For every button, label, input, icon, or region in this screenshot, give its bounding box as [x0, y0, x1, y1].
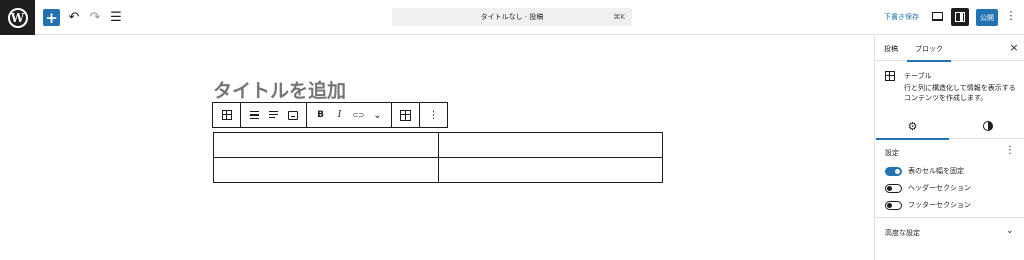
tab-block[interactable]: ブロック	[907, 36, 951, 62]
close-icon[interactable]: ×	[1008, 41, 1020, 54]
italic-button[interactable]: I	[330, 103, 349, 127]
block-description: 行と列に構造化して情報を表示するコンテンツを作成します。	[904, 84, 1016, 102]
text-align-button[interactable]	[264, 103, 283, 127]
sidebar-icon	[955, 12, 965, 22]
toolbar-group-format: B I ⊂⊃ ⌄	[307, 103, 392, 127]
toggle-label: 表のセル幅を固定	[908, 167, 964, 175]
preview-icon[interactable]	[932, 12, 943, 21]
add-block-button[interactable]: +	[43, 9, 60, 27]
panel-options-icon[interactable]: ⋮	[1005, 145, 1015, 156]
block-options-icon[interactable]: ⋮	[424, 103, 443, 127]
table-cell[interactable]	[437, 132, 663, 158]
toggle-label: ヘッダーセクション	[908, 184, 971, 192]
toolbar-group-align	[241, 103, 307, 127]
caption-button[interactable]	[283, 103, 302, 127]
table-block-icon	[885, 71, 895, 81]
toolbar-group-block	[213, 103, 241, 127]
post-title-input[interactable]: タイトルを追加	[213, 76, 346, 103]
more-options-icon[interactable]: ⋮	[1005, 9, 1017, 22]
block-align-button[interactable]	[245, 103, 264, 127]
table-icon	[221, 110, 232, 120]
chevron-down-icon: ⌄	[1006, 226, 1014, 236]
publish-button[interactable]: 公開	[976, 9, 998, 26]
document-title: タイトルなし · 投稿	[480, 13, 544, 21]
table-block	[213, 132, 663, 183]
bold-button[interactable]: B	[311, 103, 330, 127]
toggle-footer-section[interactable]: フッターセクション	[885, 199, 971, 211]
toggle-switch-on[interactable]	[885, 166, 902, 176]
settings-toggle-button[interactable]	[951, 8, 969, 26]
editor-canvas: タイトルを追加 B I ⊂⊃ ⌄ ⋮	[0, 36, 874, 260]
command-palette-button[interactable]: タイトルなし · 投稿 ⌘K	[392, 8, 632, 26]
gear-icon: ⚙	[907, 119, 918, 133]
table-grid-icon	[400, 109, 411, 121]
save-draft-button[interactable]: 下書き保存	[884, 12, 919, 22]
link-icon[interactable]: ⊂⊃	[349, 103, 368, 127]
sidebar-tabs: 投稿 ブロック ×	[875, 36, 1024, 62]
toggle-header-section[interactable]: ヘッダーセクション	[885, 182, 971, 194]
tab-post[interactable]: 投稿	[884, 36, 898, 61]
settings-sidebar: 投稿 ブロック × テーブル 行と列に構造化して情報を表示するコンテンツを作成し…	[874, 36, 1024, 260]
text-align-icon	[269, 111, 278, 119]
tab-settings[interactable]: ⚙	[875, 113, 950, 140]
toolbar-group-table	[392, 103, 420, 127]
align-icon	[250, 111, 259, 119]
table-block-switcher[interactable]	[217, 103, 236, 127]
table-row	[213, 132, 663, 158]
toggle-switch-off[interactable]	[885, 200, 902, 210]
table-cell[interactable]	[437, 157, 663, 183]
block-name: テーブル	[904, 72, 932, 80]
more-formats-chevron-icon[interactable]: ⌄	[368, 103, 387, 127]
toolbar-group-options: ⋮	[420, 103, 447, 127]
wordpress-icon: W	[7, 7, 28, 28]
redo-icon[interactable]: ↷	[87, 9, 103, 26]
toggle-switch-off[interactable]	[885, 183, 902, 193]
list-view-icon[interactable]: ☰	[108, 9, 124, 26]
tab-styles[interactable]	[950, 113, 1024, 139]
advanced-panel-toggle[interactable]: 高度な設定 ⌄	[875, 217, 1024, 245]
wordpress-logo-button[interactable]: W	[0, 0, 35, 35]
caption-icon	[287, 110, 298, 120]
table-row	[213, 157, 663, 183]
toggle-label: フッターセクション	[908, 201, 971, 209]
styles-icon	[982, 121, 993, 131]
editor-header: W + ↶ ↷ ☰ タイトルなし · 投稿 ⌘K 下書き保存 公開 ⋮	[0, 0, 1024, 35]
table-cell[interactable]	[213, 157, 439, 183]
inspector-tabs: ⚙	[875, 113, 1024, 140]
table-cell[interactable]	[213, 132, 439, 158]
toggle-fixed-width[interactable]: 表のセル幅を固定	[885, 165, 964, 177]
undo-icon[interactable]: ↶	[66, 9, 82, 26]
settings-panel-title: 設定	[885, 149, 899, 157]
command-shortcut: ⌘K	[613, 13, 625, 21]
advanced-label: 高度な設定	[885, 229, 920, 237]
block-toolbar: B I ⊂⊃ ⌄ ⋮	[212, 102, 448, 128]
edit-table-button[interactable]	[396, 103, 415, 127]
